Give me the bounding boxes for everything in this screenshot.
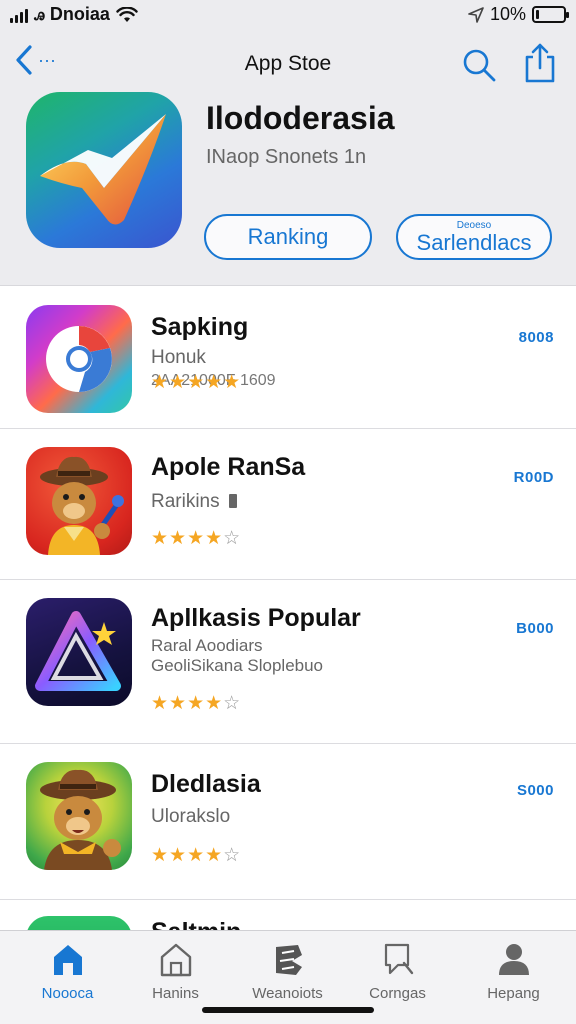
ranking-button[interactable]: Ranking bbox=[204, 214, 372, 260]
app-name: Dledlasia bbox=[151, 770, 261, 798]
star-rating: ★★★★★ bbox=[151, 372, 242, 393]
person-icon bbox=[498, 944, 529, 975]
home-indicator bbox=[202, 1007, 374, 1013]
get-button[interactable]: 8008 bbox=[519, 329, 554, 346]
status-right: 10% bbox=[468, 4, 569, 25]
featured-app-subtitle: INaop Snonets 1n bbox=[206, 146, 367, 168]
cowboy-bear-icon bbox=[26, 762, 132, 870]
tab-apps[interactable]: Weanoiots bbox=[230, 939, 345, 1002]
signal-icon bbox=[10, 7, 28, 23]
share-button[interactable] bbox=[522, 42, 558, 84]
tab-search[interactable]: Corngas bbox=[340, 939, 455, 1002]
list-item[interactable]: Apole RanSa Rarikins ★★★★☆ R00D bbox=[0, 429, 576, 580]
rating-stars: 2AA21000F 1609 ★★★★★ bbox=[151, 371, 391, 399]
battery-fill bbox=[536, 10, 539, 19]
app-name: Sapking bbox=[151, 313, 249, 341]
tab-label: Noooca bbox=[41, 985, 94, 1002]
tab-account[interactable]: Hepang bbox=[456, 939, 571, 1002]
battery-icon bbox=[532, 6, 569, 23]
rating-stars: ★★★★☆ bbox=[151, 693, 242, 714]
list-item[interactable]: Dledlasia Ulorakslo ★★★★☆ S000 bbox=[0, 744, 576, 900]
app-subtitle: Honuk bbox=[151, 347, 206, 368]
tab-label: Hepang bbox=[487, 985, 540, 1002]
app-subtitle-text: Rarikins bbox=[151, 491, 220, 512]
second-button-label: Sarlendlacs bbox=[416, 229, 532, 255]
tab-today[interactable]: Noooca bbox=[10, 939, 125, 1002]
home-icon bbox=[53, 945, 82, 975]
app-subtitle: Raral Aoodiars bbox=[151, 636, 263, 655]
get-button[interactable]: S000 bbox=[517, 782, 554, 799]
get-button[interactable]: R00D bbox=[514, 469, 554, 486]
cowboy-bear-icon bbox=[26, 447, 132, 555]
app-header: ··· App Stoe Ilododerasia INaop Snonets … bbox=[0, 30, 576, 286]
get-button[interactable]: B000 bbox=[516, 620, 554, 637]
tab-label: Corngas bbox=[369, 985, 426, 1002]
status-left: ꭿ Dnoiaa bbox=[10, 4, 138, 25]
app-name: Apole RanSa bbox=[151, 453, 306, 481]
app-subtitle-secondary: GeoliSikana Sloplebuo bbox=[151, 656, 324, 675]
chrome-like-icon bbox=[26, 305, 132, 413]
list-item[interactable]: Apllkasis Popular Raral Aoodiars GeoliSi… bbox=[0, 580, 576, 744]
rating-stars: ★★★★☆ bbox=[151, 845, 242, 866]
app-name: Apllkasis Popular bbox=[151, 604, 361, 632]
triangle-prism-icon bbox=[26, 598, 132, 706]
featured-app-title: Ilododerasia bbox=[206, 100, 395, 136]
second-button-caption: Deoeso bbox=[456, 219, 492, 231]
app-subtitle: Ulorakslo bbox=[151, 806, 231, 827]
house-outline-icon bbox=[160, 943, 191, 977]
battery-percent: 10% bbox=[489, 4, 526, 24]
lock-icon bbox=[228, 494, 237, 508]
list-item[interactable]: Sapking Honuk 2AA21000F 1609 ★★★★★ 8008 bbox=[0, 287, 576, 429]
checkmark-swoosh-icon bbox=[40, 114, 166, 225]
status-bar: ꭿ Dnoiaa 10% bbox=[0, 0, 576, 30]
search-icon bbox=[384, 943, 413, 975]
tab-label: Weanoiots bbox=[252, 985, 323, 1002]
carrier-label: ꭿ Dnoiaa bbox=[34, 4, 110, 24]
tab-games[interactable]: Hanins bbox=[118, 939, 233, 1002]
featured-app-icon[interactable] bbox=[26, 92, 182, 248]
search-button[interactable] bbox=[460, 46, 498, 84]
rating-stars: ★★★★☆ bbox=[151, 528, 242, 549]
second-category-button[interactable]: Deoeso Sarlendlacs bbox=[396, 214, 552, 260]
wifi-icon bbox=[116, 6, 138, 22]
games-icon bbox=[275, 945, 302, 975]
app-subtitle: Rarikins bbox=[151, 491, 237, 513]
location-arrow-icon bbox=[468, 6, 484, 23]
tab-label: Hanins bbox=[152, 985, 199, 1002]
